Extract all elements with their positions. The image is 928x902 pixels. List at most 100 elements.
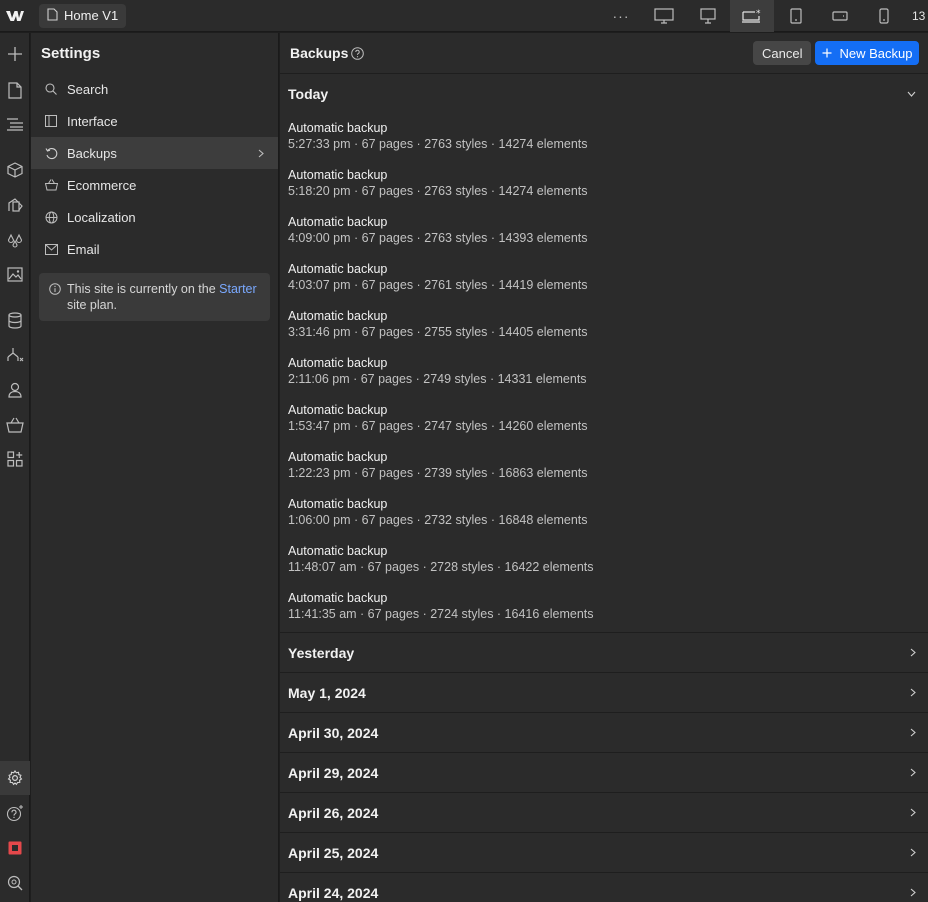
group-header-may-1[interactable]: May 1, 2024 [280,673,928,713]
plan-notice-prefix: This site is currently on the [67,282,220,296]
components-panel-button[interactable] [0,153,30,187]
desktop-breakpoint-button[interactable] [686,0,730,32]
settings-panel: Settings Search Interface Backups Ecomme… [31,33,279,902]
flow-icon [7,348,24,362]
backup-item[interactable]: Automatic backup 1:53:47 pm · 67 pages ·… [280,396,928,443]
backup-item[interactable]: Automatic backup 5:18:20 pm · 67 pages ·… [280,161,928,208]
desktop-large-breakpoint-button[interactable] [642,0,686,32]
backup-item[interactable]: Automatic backup 1:06:00 pm · 67 pages ·… [280,490,928,537]
settings-title: Settings [41,44,101,62]
backup-meta: 11:41:35 am · 67 pages · 2724 styles · 1… [288,607,594,621]
settings-item-localization[interactable]: Localization [31,201,278,233]
users-panel-button[interactable] [0,373,30,407]
starter-plan-link[interactable]: Starter [219,282,257,296]
group-label: Today [288,86,329,102]
droplets-icon [7,233,23,248]
group-header-yesterday[interactable]: Yesterday [280,633,928,673]
globe-icon [44,210,58,224]
logic-panel-button[interactable] [0,338,30,372]
chevron-down-icon [907,91,916,97]
cms-panel-button[interactable] [0,303,30,337]
mobile-landscape-breakpoint-button[interactable] [818,0,862,32]
backup-name: Automatic backup [288,591,388,605]
backup-name: Automatic backup [288,168,388,182]
settings-item-label: Interface [67,113,118,129]
settings-item-label: Localization [67,209,136,225]
settings-panel-button[interactable] [0,761,30,795]
add-panel-button[interactable] [0,37,30,71]
style-manager-panel-button[interactable] [0,223,30,257]
backup-item[interactable]: Automatic backup 4:03:07 pm · 67 pages ·… [280,255,928,302]
backup-item[interactable]: Automatic backup 11:41:35 am · 67 pages … [280,584,928,631]
backup-item[interactable]: Automatic backup 4:09:00 pm · 67 pages ·… [280,208,928,255]
desktop-large-icon [654,8,674,24]
group-label: April 25, 2024 [288,844,379,861]
history-icon [44,146,58,160]
search-panel-button[interactable] [0,866,30,900]
new-backup-button[interactable]: New Backup [815,41,919,65]
backup-name: Automatic backup [288,121,388,135]
navigator-panel-button[interactable] [0,107,30,141]
settings-item-email[interactable]: Email [31,233,278,265]
chevron-right-icon [258,146,264,161]
cancel-button[interactable]: Cancel [753,41,812,65]
backup-meta: 1:22:23 pm · 67 pages · 2739 styles · 16… [288,466,588,480]
assets-panel-button[interactable] [0,257,30,291]
variables-panel-button[interactable] [0,188,30,222]
tablet-breakpoint-button[interactable] [774,0,818,32]
mobile-portrait-icon [879,8,889,24]
ecommerce-panel-button[interactable] [0,408,30,442]
plan-notice-text: This site is currently on the Starter si… [67,281,262,313]
basket-icon [6,417,24,433]
backup-meta: 1:06:00 pm · 67 pages · 2732 styles · 16… [288,513,588,527]
webflow-logo-icon[interactable] [0,0,30,32]
settings-item-search[interactable]: Search [31,73,278,105]
backup-item[interactable]: Automatic backup 2:11:06 pm · 67 pages ·… [280,349,928,396]
record-button[interactable] [0,831,30,865]
group-label: Yesterday [288,644,355,661]
group-header-april-24[interactable]: April 24, 2024 [280,873,928,902]
backup-item[interactable]: Automatic backup 5:27:33 pm · 67 pages ·… [280,114,928,161]
backup-item[interactable]: Automatic backup 1:22:23 pm · 67 pages ·… [280,443,928,490]
page-icon [8,81,22,99]
desktop-icon [700,8,716,24]
backup-item[interactable]: Automatic backup 11:48:07 am · 67 pages … [280,537,928,584]
group-header-april-30[interactable]: April 30, 2024 [280,713,928,753]
plus-icon [822,46,832,61]
group-header-april-29[interactable]: April 29, 2024 [280,753,928,793]
apps-icon [7,451,23,467]
mobile-portrait-breakpoint-button[interactable] [862,0,906,32]
backup-meta: 11:48:07 am · 67 pages · 2728 styles · 1… [288,560,594,574]
backup-item[interactable]: Automatic backup 3:31:46 pm · 67 pages ·… [280,302,928,349]
left-toolbar [0,33,30,902]
plus-icon [8,47,22,61]
svg-text:*: * [756,9,761,19]
chevron-right-icon [910,728,916,737]
settings-item-interface[interactable]: Interface [31,105,278,137]
backup-meta: 5:27:33 pm · 67 pages · 2763 styles · 14… [288,137,588,151]
backup-name: Automatic backup [288,450,388,464]
pages-panel-button[interactable] [0,73,30,107]
cube-icon [7,162,23,178]
settings-item-ecommerce[interactable]: Ecommerce [31,169,278,201]
help-icon[interactable] [351,46,365,60]
info-icon [49,283,61,313]
page-selector[interactable]: Home V1 [39,3,127,28]
backup-name: Automatic backup [288,356,388,370]
group-header-april-26[interactable]: April 26, 2024 [280,793,928,833]
settings-item-label: Email [67,241,100,257]
group-label: April 26, 2024 [288,804,379,821]
settings-item-backups[interactable]: Backups [31,137,278,169]
help-button[interactable] [0,796,30,830]
mail-icon [44,242,58,256]
group-header-april-25[interactable]: April 25, 2024 [280,833,928,873]
apps-panel-button[interactable] [0,442,30,476]
settings-item-label: Ecommerce [67,177,137,193]
backup-meta: 4:09:00 pm · 67 pages · 2763 styles · 14… [288,231,588,245]
basket-icon [44,178,58,192]
page-icon [47,7,58,24]
group-header-today[interactable]: Today [280,74,928,114]
base-breakpoint-button[interactable]: * [730,0,774,32]
more-options-button[interactable]: ··· [600,0,642,32]
breakpoint-toolbar: ··· * 13 [600,0,925,32]
